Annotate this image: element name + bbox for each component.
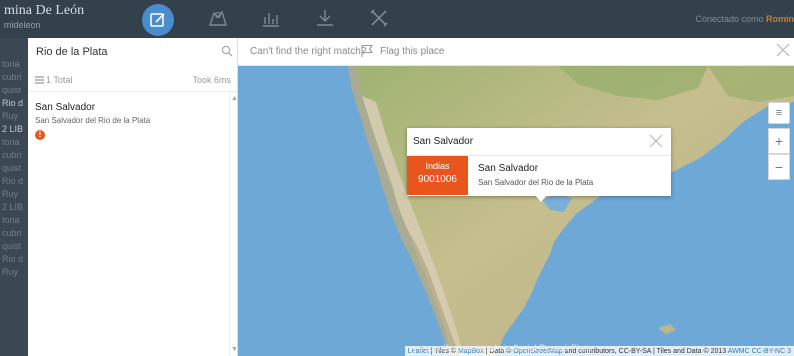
popup-close-icon[interactable] [649,134,663,148]
search-icon[interactable] [221,45,233,57]
map-popup: San Salvador Indias 9001006 San Salvador… [407,128,671,202]
list-icon [35,76,44,84]
app-topbar: mina De León mideleon Conectado como Rom… [0,0,794,38]
brand-user: mideleon [4,20,41,30]
result-item[interactable]: San Salvador San Salvador del Rio de la … [28,96,228,140]
flag-place-link[interactable]: Flag this place [380,46,444,57]
connection-status: Conectado como Romin [695,14,794,24]
no-match-question: Can't find the right match? [250,46,367,57]
brand-name: mina De León [4,3,85,18]
results-summary: 1 Total Took 6ms [28,68,237,92]
popup-tip [535,195,547,202]
map-terrain [238,66,794,356]
popup-place-title: San Salvador [478,163,539,174]
map-view[interactable]: ≡ + − San Salvador Indias 9001006 San Sa… [238,66,794,356]
license-link[interactable]: CC-BY-NC 3 [752,348,791,355]
map-header: Can't find the right match? Flag this pl… [238,38,794,66]
results-total-label: 1 Total [46,75,73,85]
brand[interactable]: mina De León mideleon [0,0,124,38]
source-badge[interactable]: Indias 9001006 [407,156,468,195]
popup-title: San Salvador [413,136,474,147]
chart-icon[interactable] [259,7,283,31]
place-search-modal: 1 Total Took 6ms San Salvador San Salvad… [28,38,794,356]
results-scrollbar[interactable]: ▲ ▼ [229,92,238,356]
search-input[interactable] [28,38,237,66]
results-time: Took 6ms [192,75,231,85]
connection-prefix: Conectado como [695,14,766,24]
badge-source: Indias [425,161,450,171]
connection-user[interactable]: Romin [766,14,794,24]
result-title: San Salvador [35,102,96,113]
awmc-link[interactable]: AWMC [728,348,750,355]
search-bar [28,38,237,66]
zoom-out-button[interactable]: − [768,154,790,180]
popup-place-subtitle: San Salvador del Rio de la Plata [478,178,594,187]
tools-icon[interactable] [367,7,391,31]
edit-icon[interactable] [142,4,174,36]
flag-icon[interactable] [360,44,374,58]
badge-id: 9001006 [418,174,457,185]
close-icon[interactable] [776,43,790,57]
background-body-text: y específicamente, al eje fluvial Paraná… [412,343,595,353]
popup-header: San Salvador [407,128,671,156]
map-icon[interactable] [206,7,230,31]
zoom-in-button[interactable]: + [768,128,790,154]
results-total: 1 Total [35,75,72,85]
alert-icon[interactable]: ! [35,130,45,140]
download-icon[interactable] [313,7,337,31]
layers-button[interactable]: ≡ [768,102,790,124]
result-subtitle: San Salvador del Rio de la Plata [35,116,151,125]
